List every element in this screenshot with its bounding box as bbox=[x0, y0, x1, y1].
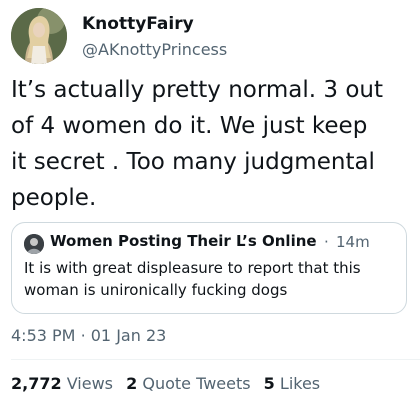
views-stat[interactable]: 2,772 Views bbox=[11, 374, 118, 393]
quote-line: It is with great displeasure to report t… bbox=[24, 259, 361, 277]
quote-avatar-photo bbox=[24, 234, 44, 254]
tweet-card: KnottyFairy @AKnottyPrincess It’s actual… bbox=[0, 0, 420, 406]
tweet-line: of 4 women do it. We just keep bbox=[11, 113, 368, 139]
timestamp-separator: · bbox=[80, 326, 86, 345]
tweet-line: it secret . Too many judgmental bbox=[11, 149, 375, 175]
views-label: Views bbox=[66, 374, 114, 393]
quote-tweets-label: Quote Tweets bbox=[142, 374, 251, 393]
timestamp-date: 01 Jan 23 bbox=[90, 326, 167, 345]
tweet-timestamp[interactable]: 4:53 PM · 01 Jan 23 bbox=[11, 326, 166, 345]
likes-stat[interactable]: 5 Likes bbox=[264, 374, 320, 393]
author-name[interactable]: KnottyFairy bbox=[82, 14, 194, 34]
quote-tweets-count: 2 bbox=[126, 374, 138, 393]
quote-text: It is with great displeasure to report t… bbox=[24, 257, 394, 301]
views-count: 2,772 bbox=[11, 374, 62, 393]
tweet-line: It’s actually pretty normal. 3 out bbox=[11, 77, 384, 103]
likes-label: Likes bbox=[279, 374, 321, 393]
quote-tweets-stat[interactable]: 2 Quote Tweets bbox=[126, 374, 256, 393]
tweet-text: It’s actually pretty normal. 3 out of 4 … bbox=[11, 72, 411, 216]
tweet-stats: 2,772 Views 2 Quote Tweets 5 Likes bbox=[11, 374, 328, 393]
divider bbox=[11, 359, 420, 360]
tweet-line: people. bbox=[11, 185, 97, 211]
likes-count: 5 bbox=[263, 374, 275, 393]
quote-author-name: Women Posting Their L’s Online (... bbox=[50, 232, 318, 250]
author-handle[interactable]: @AKnottyPrincess bbox=[82, 40, 227, 59]
quote-time: 14m bbox=[336, 233, 370, 251]
author-avatar[interactable] bbox=[11, 8, 67, 64]
quote-author-avatar bbox=[24, 234, 44, 254]
quote-line: woman is unironically fucking dogs bbox=[24, 281, 288, 299]
quoted-tweet[interactable]: Women Posting Their L’s Online (... · 14… bbox=[11, 222, 407, 314]
timestamp-time: 4:53 PM bbox=[11, 326, 76, 345]
quote-separator: · bbox=[324, 233, 329, 251]
avatar-photo bbox=[11, 8, 67, 64]
